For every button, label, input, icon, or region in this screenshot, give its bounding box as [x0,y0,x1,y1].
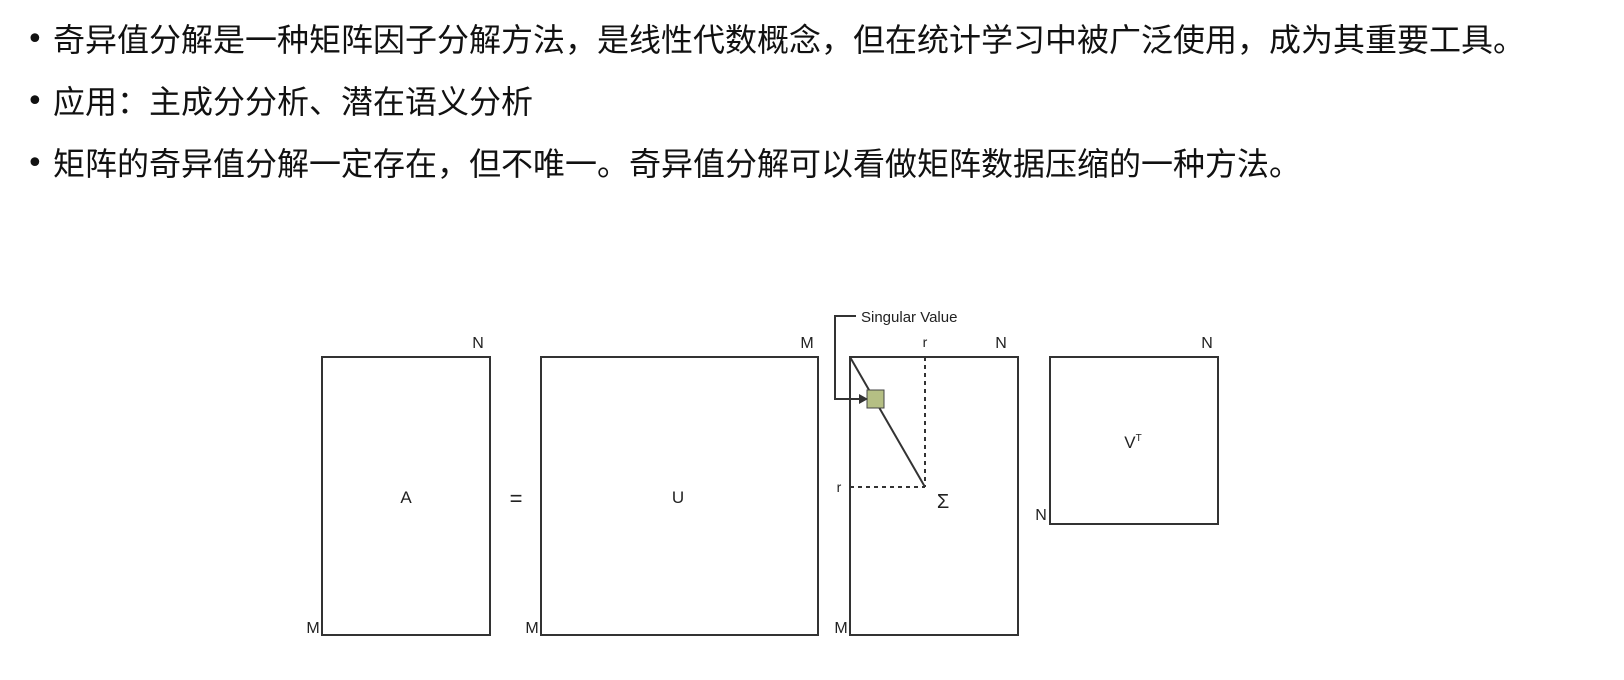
matrix-u-label: U [672,488,684,507]
matrix-vt: VT N N [1035,335,1219,525]
bullet-text: 应用：主成分分析、潜在语义分析 [53,83,534,121]
matrix-vt-top-label: N [1201,335,1213,352]
equals-sign: = [510,486,523,511]
svd-diagram: A N M = U M M Σ N M r r Singular Value V… [306,309,1219,637]
matrix-sigma-side-label: M [834,620,847,637]
matrix-u-top-label: M [800,335,813,352]
matrix-vt-label-main: V [1124,433,1136,452]
sigma-rank-top-label: r [923,334,928,350]
matrix-a-top-label: N [472,335,484,352]
matrix-sigma-top-label: N [995,335,1007,352]
sigma-rank-side-label: r [837,479,842,495]
matrix-sigma: Σ N M r r [834,334,1019,637]
matrix-vt-label: VT [1124,433,1141,452]
bullet-text: 奇异值分解是一种矩阵因子分解方法，是线性代数概念，但在统计学习中被广泛使用，成为… [53,21,1526,59]
singular-value-cell [866,389,885,409]
matrix-sigma-label: Σ [937,491,949,513]
bullet-list: • 奇异值分解是一种矩阵因子分解方法，是线性代数概念，但在统计学习中被广泛使用，… [26,14,1606,200]
matrix-a: A N M [306,335,491,637]
bullet-dot: • [26,22,44,57]
bullet-text: 矩阵的奇异值分解一定存在，但不唯一。奇异值分解可以看做矩阵数据压缩的一种方法。 [53,145,1302,183]
sigma-diagonal [849,356,926,488]
bullet-dot: • [26,84,44,119]
bullet-item: • 奇异值分解是一种矩阵因子分解方法，是线性代数概念，但在统计学习中被广泛使用，… [26,14,1606,66]
matrix-a-side-label: M [306,620,319,637]
singular-value-label: Singular Value [861,309,957,326]
bullet-item: • 应用：主成分分析、潜在语义分析 [26,76,1606,128]
matrix-u: U M M [525,335,819,637]
bullet-dot: • [26,146,44,181]
bullet-item: • 矩阵的奇异值分解一定存在，但不唯一。奇异值分解可以看做矩阵数据压缩的一种方法… [26,138,1606,190]
matrix-vt-side-label: N [1035,507,1047,524]
matrix-a-label: A [400,488,412,507]
matrix-u-side-label: M [525,620,538,637]
matrix-vt-label-sup: T [1136,433,1142,444]
